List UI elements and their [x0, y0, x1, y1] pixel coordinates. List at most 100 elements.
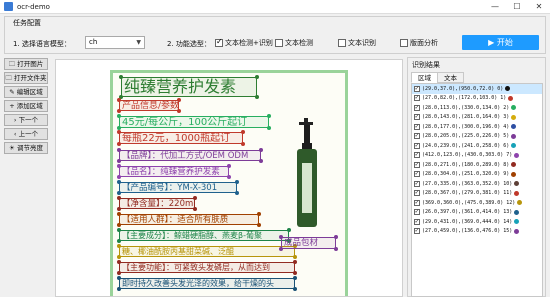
option-detect[interactable]: 文本检测 — [275, 38, 313, 48]
region-handle[interactable] — [117, 164, 121, 168]
list-item[interactable]: (28.0,367.0),(279.0,381.0) 11) — [412, 189, 542, 199]
ocr-region[interactable]: 成品包材 — [281, 237, 336, 249]
region-handle[interactable] — [241, 142, 245, 146]
region-handle[interactable] — [259, 148, 263, 152]
checkbox-checked[interactable] — [414, 180, 420, 187]
ocr-region[interactable]: 【产品编号】：YM-X-301 — [119, 182, 237, 193]
next-button[interactable]: › 下一个 — [4, 114, 48, 126]
checkbox[interactable] — [275, 39, 283, 47]
add-region-button[interactable]: + 添加区域 — [4, 100, 48, 112]
checkbox-checked[interactable] — [414, 170, 420, 178]
checkbox[interactable] — [338, 39, 346, 47]
region-handle[interactable] — [293, 260, 297, 264]
checkbox-checked[interactable] — [414, 189, 420, 197]
list-item[interactable]: (29.0,431.0),(369.0,444.0) 14) — [412, 217, 542, 227]
region-handle[interactable] — [117, 175, 121, 179]
region-handle[interactable] — [259, 159, 263, 163]
ocr-region[interactable]: 【主要功能】：可紧致头发磷层，从而达到 — [119, 262, 295, 273]
region-handle[interactable] — [235, 191, 239, 195]
image-canvas[interactable]: 纯臻营养护发素 产品信息/参数 45元/每公斤，100公斤起订 每瓶22元，1000瓶… — [55, 59, 403, 297]
region-handle[interactable] — [293, 255, 297, 259]
ocr-region[interactable]: 【适用人群】：适合所有肤质 — [119, 214, 259, 225]
checkbox-checked[interactable] — [414, 142, 420, 149]
region-handle[interactable] — [117, 114, 121, 118]
list-item[interactable]: (27.0,335.0),(363.0,352.0) 10) — [412, 179, 542, 189]
region-handle[interactable] — [255, 75, 259, 79]
region-handle[interactable] — [279, 235, 283, 239]
list-item[interactable]: (28.0,143.0),(281.0,164.0) 3) — [412, 113, 542, 123]
region-handle[interactable] — [117, 276, 121, 280]
region-handle[interactable] — [117, 109, 121, 113]
region-handle[interactable] — [117, 287, 121, 291]
ocr-region[interactable]: 即时持久改善头发光泽的效果，给干燥的头 — [119, 278, 295, 289]
region-handle[interactable] — [117, 207, 121, 211]
brightness-button[interactable]: ☀ 调节亮度 — [4, 142, 48, 154]
open-folder-button[interactable]: 🗀 打开文件夹 — [4, 72, 48, 84]
maximize-button[interactable]: ☐ — [506, 0, 528, 14]
option-detect-recognize[interactable]: 文本检测+识别 — [215, 37, 273, 48]
region-handle[interactable] — [117, 196, 121, 200]
region-handle[interactable] — [117, 180, 121, 184]
region-handle[interactable] — [117, 159, 121, 163]
list-item[interactable]: (369.0,360.0),(475.0,389.0) 12) — [412, 198, 542, 208]
ocr-region[interactable]: 45元/每公斤，100公斤起订 — [119, 116, 269, 128]
ocr-region[interactable]: 纯臻营养护发素 — [121, 77, 257, 97]
checkbox-checked[interactable] — [414, 85, 420, 92]
ocr-region[interactable]: 【品牌】：代加工方式/OEM ODM — [119, 150, 261, 161]
region-handle[interactable] — [117, 148, 121, 152]
region-handle[interactable] — [227, 175, 231, 179]
ocr-region[interactable]: 【主要成分】：鲸蜡硬脂醇、燕麦β-葡聚 — [119, 230, 289, 241]
region-handle[interactable] — [117, 244, 121, 248]
list-item[interactable]: (27.0,82.0),(172.0,103.0) 1) — [412, 94, 542, 104]
checkbox-checked[interactable] — [414, 227, 420, 235]
list-item[interactable]: (28.0,113.0),(330.0,134.0) 2) — [412, 103, 542, 113]
region-handle[interactable] — [293, 287, 297, 291]
checkbox-checked[interactable] — [414, 113, 420, 121]
region-handle[interactable] — [177, 109, 181, 113]
ocr-region[interactable]: 【品名】：纯臻营养护发素 — [119, 166, 229, 177]
region-handle[interactable] — [117, 271, 121, 275]
list-item[interactable]: (28.0,205.0),(225.0,226.0) 5) — [412, 132, 542, 142]
region-handle[interactable] — [117, 223, 121, 227]
region-handle[interactable] — [257, 223, 261, 227]
region-handle[interactable] — [117, 130, 121, 134]
ocr-region[interactable]: 【净含量】：220ml — [119, 198, 195, 209]
region-handle[interactable] — [117, 260, 121, 264]
region-handle[interactable] — [117, 255, 121, 259]
region-handle[interactable] — [117, 228, 121, 232]
prev-button[interactable]: ‹ 上一个 — [4, 128, 48, 140]
list-item[interactable]: (27.0,459.0),(136.0,476.0) 15) — [412, 227, 542, 237]
checkbox-checked[interactable] — [414, 123, 420, 130]
start-button[interactable]: ▶ 开始 — [462, 35, 539, 50]
region-handle[interactable] — [117, 191, 121, 195]
region-handle[interactable] — [235, 180, 239, 184]
region-handle[interactable] — [117, 142, 121, 146]
tab-region[interactable]: 区域 — [411, 72, 438, 83]
region-handle[interactable] — [287, 228, 291, 232]
list-item[interactable]: (24.0,239.0),(241.0,258.0) 6) — [412, 141, 542, 151]
checkbox-checked[interactable] — [414, 218, 420, 225]
list-item[interactable]: (28.0,304.0),(251.0,320.0) 9) — [412, 170, 542, 180]
region-handle[interactable] — [241, 130, 245, 134]
region-handle[interactable] — [267, 114, 271, 118]
region-handle[interactable] — [257, 212, 261, 216]
region-handle[interactable] — [119, 75, 123, 79]
ocr-region[interactable]: 每瓶22元，1000瓶起订 — [119, 132, 243, 144]
region-handle[interactable] — [193, 207, 197, 211]
results-list[interactable]: (29.0,37.0),(950.0,72.0) 0) (27.0,82.0),(… — [411, 83, 543, 297]
checkbox-checked[interactable] — [414, 151, 420, 159]
checkbox-checked[interactable] — [414, 104, 420, 111]
list-item[interactable]: (29.0,37.0),(950.0,72.0) 0) — [412, 84, 542, 94]
close-button[interactable]: ✕ — [528, 0, 550, 14]
list-item[interactable]: (28.0,271.0),(180.0,289.0) 8) — [412, 160, 542, 170]
option-layout[interactable]: 版面分析 — [400, 38, 438, 48]
region-handle[interactable] — [117, 98, 121, 102]
region-handle[interactable] — [177, 98, 181, 102]
open-image-button[interactable]: 🗀 打开图片 — [4, 58, 48, 70]
checkbox-checked[interactable] — [414, 94, 420, 102]
list-item[interactable]: (26.0,397.0),(361.0,414.0) 13) — [412, 208, 542, 218]
region-handle[interactable] — [255, 95, 259, 99]
list-item[interactable]: (28.0,177.0),(300.0,196.0) 4) — [412, 122, 542, 132]
checkbox-checked[interactable] — [414, 208, 420, 216]
region-handle[interactable] — [279, 247, 283, 251]
